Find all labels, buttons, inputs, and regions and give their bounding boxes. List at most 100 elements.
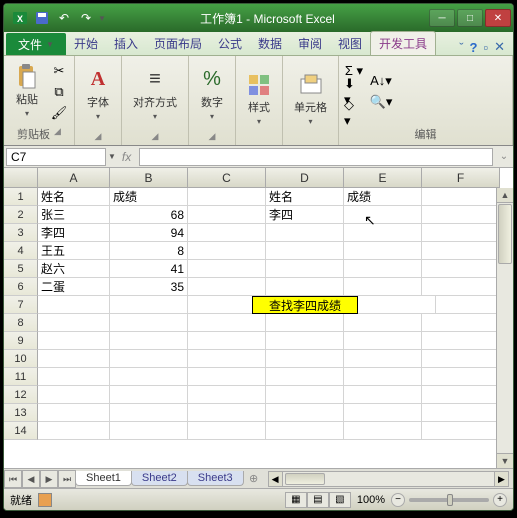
cell-F13[interactable] <box>422 404 500 422</box>
row-header-4[interactable]: 4 <box>4 242 38 260</box>
row-header-11[interactable]: 11 <box>4 368 38 386</box>
cell-B6[interactable]: 35 <box>110 278 188 296</box>
cell-B8[interactable] <box>110 314 188 332</box>
format-painter-icon[interactable]: 🖌 <box>48 103 70 123</box>
cell-C9[interactable] <box>188 332 266 350</box>
horizontal-scrollbar[interactable]: ◀ ▶ <box>268 471 509 487</box>
row-header-1[interactable]: 1 <box>4 188 38 206</box>
namebox-dropdown-icon[interactable]: ▼ <box>108 152 116 161</box>
excel-icon[interactable]: X <box>10 8 30 28</box>
cell-D6[interactable] <box>266 278 344 296</box>
cell-A12[interactable] <box>38 386 110 404</box>
cell-E3[interactable] <box>344 224 422 242</box>
col-header-A[interactable]: A <box>38 168 110 188</box>
window-restore-icon[interactable]: ▫ <box>483 40 488 55</box>
formula-input[interactable] <box>139 148 493 166</box>
undo-icon[interactable]: ↶ <box>54 8 74 28</box>
file-tab[interactable]: 文件▼ <box>6 33 66 55</box>
tab-home[interactable]: 开始 <box>66 32 106 55</box>
zoom-in-icon[interactable]: + <box>493 493 507 507</box>
cell-B4[interactable]: 8 <box>110 242 188 260</box>
cell-C5[interactable] <box>188 260 266 278</box>
view-normal-icon[interactable]: ▦ <box>285 492 307 508</box>
cell-F2[interactable] <box>422 206 500 224</box>
name-box[interactable]: C7 <box>6 148 106 166</box>
cell-B12[interactable] <box>110 386 188 404</box>
number-launcher-icon[interactable]: ◢ <box>209 131 216 142</box>
cell-B5[interactable]: 41 <box>110 260 188 278</box>
col-header-C[interactable]: C <box>188 168 266 188</box>
clear-icon[interactable]: ◇ ▾ <box>343 103 365 123</box>
vertical-scrollbar[interactable]: ▲ ▼ <box>496 188 513 468</box>
cell-B13[interactable] <box>110 404 188 422</box>
select-all-corner[interactable] <box>4 168 38 188</box>
row-header-3[interactable]: 3 <box>4 224 38 242</box>
cell-A5[interactable]: 赵六 <box>38 260 110 278</box>
cell-D10[interactable] <box>266 350 344 368</box>
minimize-ribbon-icon[interactable]: ˇ <box>459 40 463 55</box>
cell-D14[interactable] <box>266 422 344 440</box>
hscroll-right-icon[interactable]: ▶ <box>494 472 508 486</box>
cell-E2[interactable] <box>344 206 422 224</box>
cell-C13[interactable] <box>188 404 266 422</box>
cell-A10[interactable] <box>38 350 110 368</box>
cell-B2[interactable]: 68 <box>110 206 188 224</box>
scroll-down-icon[interactable]: ▼ <box>497 453 513 468</box>
find-icon[interactable]: 🔍▾ <box>367 92 395 112</box>
row-header-2[interactable]: 2 <box>4 206 38 224</box>
cell-C2[interactable] <box>188 206 266 224</box>
cell-E6[interactable] <box>344 278 422 296</box>
cell-D1[interactable]: 姓名 <box>266 188 344 206</box>
row-header-9[interactable]: 9 <box>4 332 38 350</box>
cell-A6[interactable]: 二蛋 <box>38 278 110 296</box>
cell-D11[interactable] <box>266 368 344 386</box>
number-button[interactable]: %数字▾ <box>193 63 231 126</box>
cell-D2[interactable]: 李四 <box>266 206 344 224</box>
font-button[interactable]: A字体▾ <box>79 63 117 126</box>
window-close-icon[interactable]: ✕ <box>494 39 505 55</box>
cell-A13[interactable] <box>38 404 110 422</box>
cell-F10[interactable] <box>422 350 500 368</box>
row-header-12[interactable]: 12 <box>4 386 38 404</box>
cell-C3[interactable] <box>188 224 266 242</box>
cell-E12[interactable] <box>344 386 422 404</box>
sheet-tab-2[interactable]: Sheet2 <box>131 471 188 486</box>
cell-E11[interactable] <box>344 368 422 386</box>
lookup-button[interactable]: 查找李四成绩 <box>252 296 358 314</box>
worksheet-grid[interactable]: ABCDEF 1234567891011121314 姓名成绩姓名成绩张三68李… <box>4 168 513 468</box>
tab-layout[interactable]: 页面布局 <box>146 32 210 55</box>
col-header-B[interactable]: B <box>110 168 188 188</box>
cell-A9[interactable] <box>38 332 110 350</box>
cell-F12[interactable] <box>422 386 500 404</box>
hscroll-left-icon[interactable]: ◀ <box>269 472 283 486</box>
row-header-10[interactable]: 10 <box>4 350 38 368</box>
cell-B14[interactable] <box>110 422 188 440</box>
cell-C12[interactable] <box>188 386 266 404</box>
cell-F4[interactable] <box>422 242 500 260</box>
new-sheet-icon[interactable]: ⊕ <box>244 472 264 485</box>
sheet-tab-3[interactable]: Sheet3 <box>187 471 244 486</box>
cell-B10[interactable] <box>110 350 188 368</box>
cell-F9[interactable] <box>422 332 500 350</box>
cell-C1[interactable] <box>188 188 266 206</box>
cell-D13[interactable] <box>266 404 344 422</box>
tab-developer[interactable]: 开发工具 <box>370 31 436 55</box>
align-button[interactable]: ≡对齐方式▾ <box>126 63 184 126</box>
paste-button[interactable]: 粘贴▾ <box>8 60 46 123</box>
cell-F5[interactable] <box>422 260 500 278</box>
cell-E1[interactable]: 成绩 <box>344 188 422 206</box>
cell-F14[interactable] <box>422 422 500 440</box>
zoom-out-icon[interactable]: − <box>391 493 405 507</box>
close-button[interactable]: ✕ <box>485 9 511 27</box>
fx-icon[interactable]: fx <box>122 150 131 164</box>
cell-A1[interactable]: 姓名 <box>38 188 110 206</box>
col-header-D[interactable]: D <box>266 168 344 188</box>
col-header-F[interactable]: F <box>422 168 500 188</box>
maximize-button[interactable]: □ <box>457 9 483 27</box>
cell-F6[interactable] <box>422 278 500 296</box>
cell-A14[interactable] <box>38 422 110 440</box>
row-header-6[interactable]: 6 <box>4 278 38 296</box>
qat-dropdown-icon[interactable]: ▼ <box>98 14 106 23</box>
help-icon[interactable]: ? <box>470 40 478 55</box>
cell-E4[interactable] <box>344 242 422 260</box>
